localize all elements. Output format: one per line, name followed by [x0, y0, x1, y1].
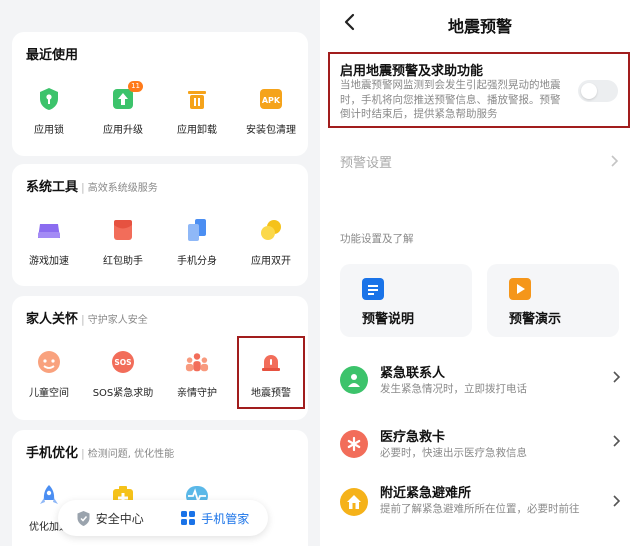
medical-card-icon — [340, 430, 368, 458]
sos-icon: SOS — [111, 350, 135, 374]
app-upgrade-label: 应用升级 — [103, 125, 143, 136]
shelter-icon — [340, 488, 368, 516]
section-label: 功能设置及了解 — [340, 233, 414, 245]
dual-app-label: 应用双开 — [251, 256, 291, 267]
medical-card-title: 医疗急救卡 — [380, 430, 446, 445]
nearby-shelter-row[interactable]: 附近紧急避难所 提前了解紧急避难所所在位置，必要时前往 — [320, 480, 640, 540]
family-guard-icon — [185, 350, 209, 374]
apk-clean-icon: APK — [259, 87, 283, 111]
medical-card-row[interactable]: 医疗急救卡 必要时，快速出示医疗急救信息 — [320, 424, 640, 474]
phone-clone-label: 手机分身 — [177, 256, 217, 267]
chevron-right-icon — [611, 155, 619, 167]
nav-bar: 地震预警 — [320, 0, 640, 46]
phone-clone-button[interactable]: 手机分身 — [160, 218, 234, 267]
sos-label: SOS紧急求助 — [92, 388, 154, 399]
tab-phone-manager-label: 手机管家 — [201, 511, 250, 526]
document-icon — [362, 278, 384, 300]
earthquake-highlight-frame — [237, 336, 305, 409]
rocket-icon — [37, 484, 61, 508]
phone-optimize-subtitle: 检测问题, 优化性能 — [87, 449, 175, 460]
bottom-tab-bar: 安全中心 手机管家 — [58, 500, 268, 536]
alert-demo-card[interactable]: 预警演示 — [487, 264, 619, 337]
recent-title: 最近使用 — [26, 48, 79, 63]
kids-space-button[interactable]: 儿童空间 — [12, 350, 86, 399]
family-care-title: 家人关怀 | 守护家人安全 — [26, 312, 148, 327]
apk-icon-text: APK — [262, 96, 281, 105]
emergency-contact-subtitle: 发生紧急情况时，立即拨打电话 — [380, 383, 527, 395]
family-guard-label: 亲情守护 — [177, 388, 217, 399]
tab-phone-manager[interactable]: 手机管家 — [181, 510, 249, 527]
phone-clone-icon — [185, 218, 209, 242]
enable-feature-description: 当地震预警网监测到会发生引起强烈晃动的地震时，手机将向您推送预警信息、播放警报。… — [340, 79, 561, 120]
play-icon — [509, 278, 531, 300]
app-lock-icon — [37, 87, 61, 111]
family-guard-button[interactable]: 亲情守护 — [160, 350, 234, 399]
page-title: 地震预警 — [447, 17, 512, 36]
alert-explanation-label: 预警说明 — [362, 312, 415, 327]
phone-optimize-title: 手机优化 | 检测问题, 优化性能 — [26, 446, 175, 461]
earthquake-alert-screen: 地震预警 启用地震预警及求助功能 当地震预警网监测到会发生引起强烈晃动的地震时，… — [320, 0, 640, 546]
family-care-subtitle: 守护家人安全 — [87, 315, 148, 326]
system-tools-subtitle: 高效系统级服务 — [87, 183, 158, 194]
game-boost-icon — [37, 218, 61, 242]
chevron-right-icon — [613, 495, 621, 507]
emergency-contact-row[interactable]: 紧急联系人 发生紧急情况时，立即拨打电话 — [320, 360, 640, 410]
chevron-right-icon — [613, 435, 621, 447]
app-uninstall-icon — [185, 87, 209, 111]
alert-explanation-card[interactable]: 预警说明 — [340, 264, 472, 337]
enable-feature-title: 启用地震预警及求助功能 — [340, 64, 484, 79]
enable-feature-toggle[interactable] — [578, 80, 618, 102]
toggle-knob — [581, 83, 597, 99]
kids-space-label: 儿童空间 — [29, 388, 69, 399]
nearby-shelter-subtitle: 提前了解紧急避难所所在位置，必要时前往 — [380, 503, 580, 515]
alert-settings-row[interactable]: 预警设置 — [340, 152, 392, 171]
tab-security-center-label: 安全中心 — [95, 511, 144, 526]
red-envelope-button[interactable]: 红包助手 — [86, 218, 160, 267]
shield-icon — [77, 510, 90, 526]
system-tools-card: 系统工具 | 高效系统级服务 游戏加速 红包助手 手机分身 应用双开 — [12, 164, 308, 286]
app-upgrade-icon: 11 — [111, 81, 143, 111]
upgrade-count-badge: 11 — [128, 81, 143, 92]
app-lock-button[interactable]: 应用锁 — [12, 87, 86, 136]
system-tools-title: 系统工具 | 高效系统级服务 — [26, 180, 158, 195]
app-uninstall-button[interactable]: 应用卸载 — [160, 87, 234, 136]
sos-button[interactable]: SOS SOS紧急求助 — [86, 350, 160, 399]
dual-app-button[interactable]: 应用双开 — [234, 218, 308, 267]
recent-card: 最近使用 应用锁 11 应用升级 应用卸载 APK 安装包清理 — [12, 32, 308, 156]
tab-security-center[interactable]: 安全中心 — [77, 510, 144, 527]
contact-icon — [340, 366, 368, 394]
medical-card-subtitle: 必要时，快速出示医疗急救信息 — [380, 447, 527, 459]
grid-icon — [181, 511, 196, 525]
sos-icon-text: SOS — [114, 358, 131, 367]
red-envelope-label: 红包助手 — [103, 256, 143, 267]
alert-demo-label: 预警演示 — [509, 312, 562, 327]
game-boost-label: 游戏加速 — [29, 256, 69, 267]
chevron-right-icon — [613, 371, 621, 383]
nearby-shelter-title: 附近紧急避难所 — [380, 486, 472, 501]
dual-app-icon — [259, 218, 283, 242]
app-uninstall-label: 应用卸载 — [177, 125, 217, 136]
kids-space-icon — [37, 350, 61, 374]
app-lock-label: 应用锁 — [34, 125, 64, 136]
red-envelope-icon — [111, 218, 135, 242]
app-upgrade-button[interactable]: 11 应用升级 — [86, 81, 160, 136]
apk-clean-label: 安装包清理 — [246, 125, 296, 136]
emergency-contact-title: 紧急联系人 — [380, 366, 446, 381]
phone-manager-screen: 最近使用 应用锁 11 应用升级 应用卸载 APK 安装包清理 系统工具 | 高… — [0, 0, 320, 546]
apk-clean-button[interactable]: APK 安装包清理 — [234, 87, 308, 136]
game-boost-button[interactable]: 游戏加速 — [12, 218, 86, 267]
